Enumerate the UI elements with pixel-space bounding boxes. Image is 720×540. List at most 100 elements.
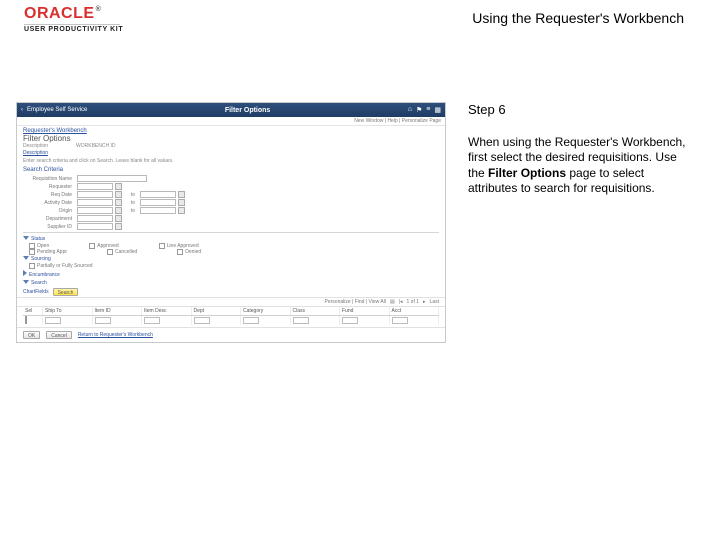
label-department: Department (23, 216, 75, 222)
chevron-down-icon (23, 256, 29, 260)
chevron-left-icon: ‹ (21, 107, 23, 113)
search-button[interactable]: Search (53, 288, 79, 296)
lookup-icon[interactable] (115, 215, 122, 222)
training-slide: ORACLE USER PRODUCTIVITY KIT Using the R… (0, 0, 720, 540)
step-text: When using the Requester's Workbench, fi… (468, 135, 696, 196)
slide-header: ORACLE USER PRODUCTIVITY KIT Using the R… (0, 0, 720, 44)
pager-first-icon: |◂ (399, 299, 403, 305)
checkbox-pending[interactable] (29, 249, 35, 255)
breadcrumb: Requester's Workbench (17, 126, 445, 134)
lookup-icon[interactable] (178, 207, 185, 214)
document-title: Using the Requester's Workbench (472, 10, 684, 26)
lookup-icon[interactable] (115, 183, 122, 190)
pager-links: Personalize | Find | View All (325, 299, 386, 305)
upk-label: USER PRODUCTIVITY KIT (24, 26, 123, 33)
checkbox-denied[interactable] (177, 249, 183, 255)
cancel-button[interactable]: Cancel (46, 331, 72, 339)
return-link[interactable]: Return to Requester's Workbench (78, 332, 153, 338)
pager-range: 1 of 1 (407, 299, 420, 305)
topbar-title: Filter Options (225, 107, 271, 114)
label-act-date: Activity Date (23, 200, 75, 206)
instruction-panel: Step 6 When using the Requester's Workbe… (468, 102, 696, 343)
chevron-right-icon (23, 270, 27, 276)
logo-divider (24, 24, 120, 25)
checkbox-cancelled[interactable] (107, 249, 113, 255)
section-status: Status (17, 235, 445, 243)
pager-next-icon: ▸ (423, 299, 426, 305)
col-fund: Fund (340, 307, 390, 315)
input-req-name[interactable] (77, 175, 147, 182)
col-dept: Dept (192, 307, 242, 315)
grid-header-row: Sel Ship To Item ID Item Desc Dept Categ… (23, 307, 439, 316)
topbar-back-label: Employee Self Service (27, 107, 87, 113)
slide-body: ‹ Employee Self Service Filter Options ⌂… (16, 102, 704, 343)
menu-icon: ≡ (426, 106, 430, 114)
app-topbar: ‹ Employee Self Service Filter Options ⌂… (17, 103, 445, 117)
input-department[interactable] (77, 215, 113, 222)
lookup-icon[interactable] (115, 207, 122, 214)
lookup-icon[interactable] (115, 223, 122, 230)
dropdown-acct[interactable] (392, 317, 408, 324)
input-req-date-from[interactable] (77, 191, 113, 198)
calendar-icon[interactable] (178, 191, 185, 198)
checkbox-line-approved[interactable] (159, 243, 165, 249)
col-shipto: Ship To (43, 307, 93, 315)
topbar-icons: ⌂ ⚑ ≡ ▦ (408, 106, 441, 114)
input-requester[interactable] (77, 183, 113, 190)
criteria-grid: Requisition Name Requester Req Dateto Ac… (17, 175, 445, 230)
results-grid: Sel Ship To Item ID Item Desc Dept Categ… (17, 307, 445, 325)
section-search-criteria: Search Criteria (17, 165, 445, 174)
grid-icon: ▦ (434, 106, 441, 114)
label-denied: Denied (185, 249, 201, 255)
dropdown-fund[interactable] (342, 317, 358, 324)
bottom-button-row: OK Cancel Return to Requester's Workbenc… (17, 328, 445, 342)
input-origin-from[interactable] (77, 207, 113, 214)
chevron-down-icon (23, 236, 29, 240)
chartfields-row: ChartFields Search (17, 287, 445, 297)
sublabel-description: Description (23, 143, 48, 149)
step-number: Step 6 (468, 102, 696, 117)
label-cancelled: Cancelled (115, 249, 137, 255)
label-requester: Requester (23, 184, 75, 190)
input-act-date-from[interactable] (77, 199, 113, 206)
chevron-down-icon (23, 280, 29, 284)
checkbox-approved[interactable] (89, 243, 95, 249)
label-to-3: to (124, 208, 138, 214)
ok-button[interactable]: OK (23, 331, 40, 339)
row-checkbox[interactable] (25, 316, 27, 324)
input-origin-to[interactable] (140, 207, 176, 214)
dropdown-category[interactable] (243, 317, 259, 324)
embedded-screenshot: ‹ Employee Self Service Filter Options ⌂… (16, 102, 446, 343)
dropdown-shipto[interactable] (45, 317, 61, 324)
label-supplier: Supplier ID (23, 224, 75, 230)
calendar-icon[interactable] (115, 199, 122, 206)
col-category: Category (241, 307, 291, 315)
dropdown-dept[interactable] (194, 317, 210, 324)
checkbox-sourced[interactable] (29, 263, 35, 269)
label-pending: Pending Appr (37, 249, 67, 255)
table-row (23, 316, 439, 325)
description-link: Description (17, 149, 445, 157)
dropdown-class[interactable] (293, 317, 309, 324)
col-itemdesc: Item Desc (142, 307, 192, 315)
input-supplier[interactable] (77, 223, 113, 230)
spreadsheet-icon: ▤ (390, 299, 395, 305)
calendar-icon[interactable] (115, 191, 122, 198)
flag-icon: ⚑ (416, 106, 422, 114)
sublabel-workbench-id: WORKBENCH ID (76, 143, 115, 149)
oracle-logo-block: ORACLE USER PRODUCTIVITY KIT (24, 6, 123, 33)
label-sourced: Partially or Fully Sourced (37, 263, 93, 269)
section-sourcing: Sourcing (17, 255, 445, 263)
app-sublinks: New Window | Help | Personalize Page (17, 117, 445, 126)
oracle-wordmark: ORACLE (24, 6, 123, 22)
home-icon: ⌂ (408, 106, 412, 114)
input-req-date-to[interactable] (140, 191, 176, 198)
col-itemid: Item ID (93, 307, 143, 315)
calendar-icon[interactable] (178, 199, 185, 206)
label-to-1: to (124, 192, 138, 198)
dropdown-itemdesc[interactable] (144, 317, 160, 324)
dropdown-itemid[interactable] (95, 317, 111, 324)
section-search: Search (17, 279, 445, 287)
chartfields-link: ChartFields (23, 289, 49, 295)
input-act-date-to[interactable] (140, 199, 176, 206)
